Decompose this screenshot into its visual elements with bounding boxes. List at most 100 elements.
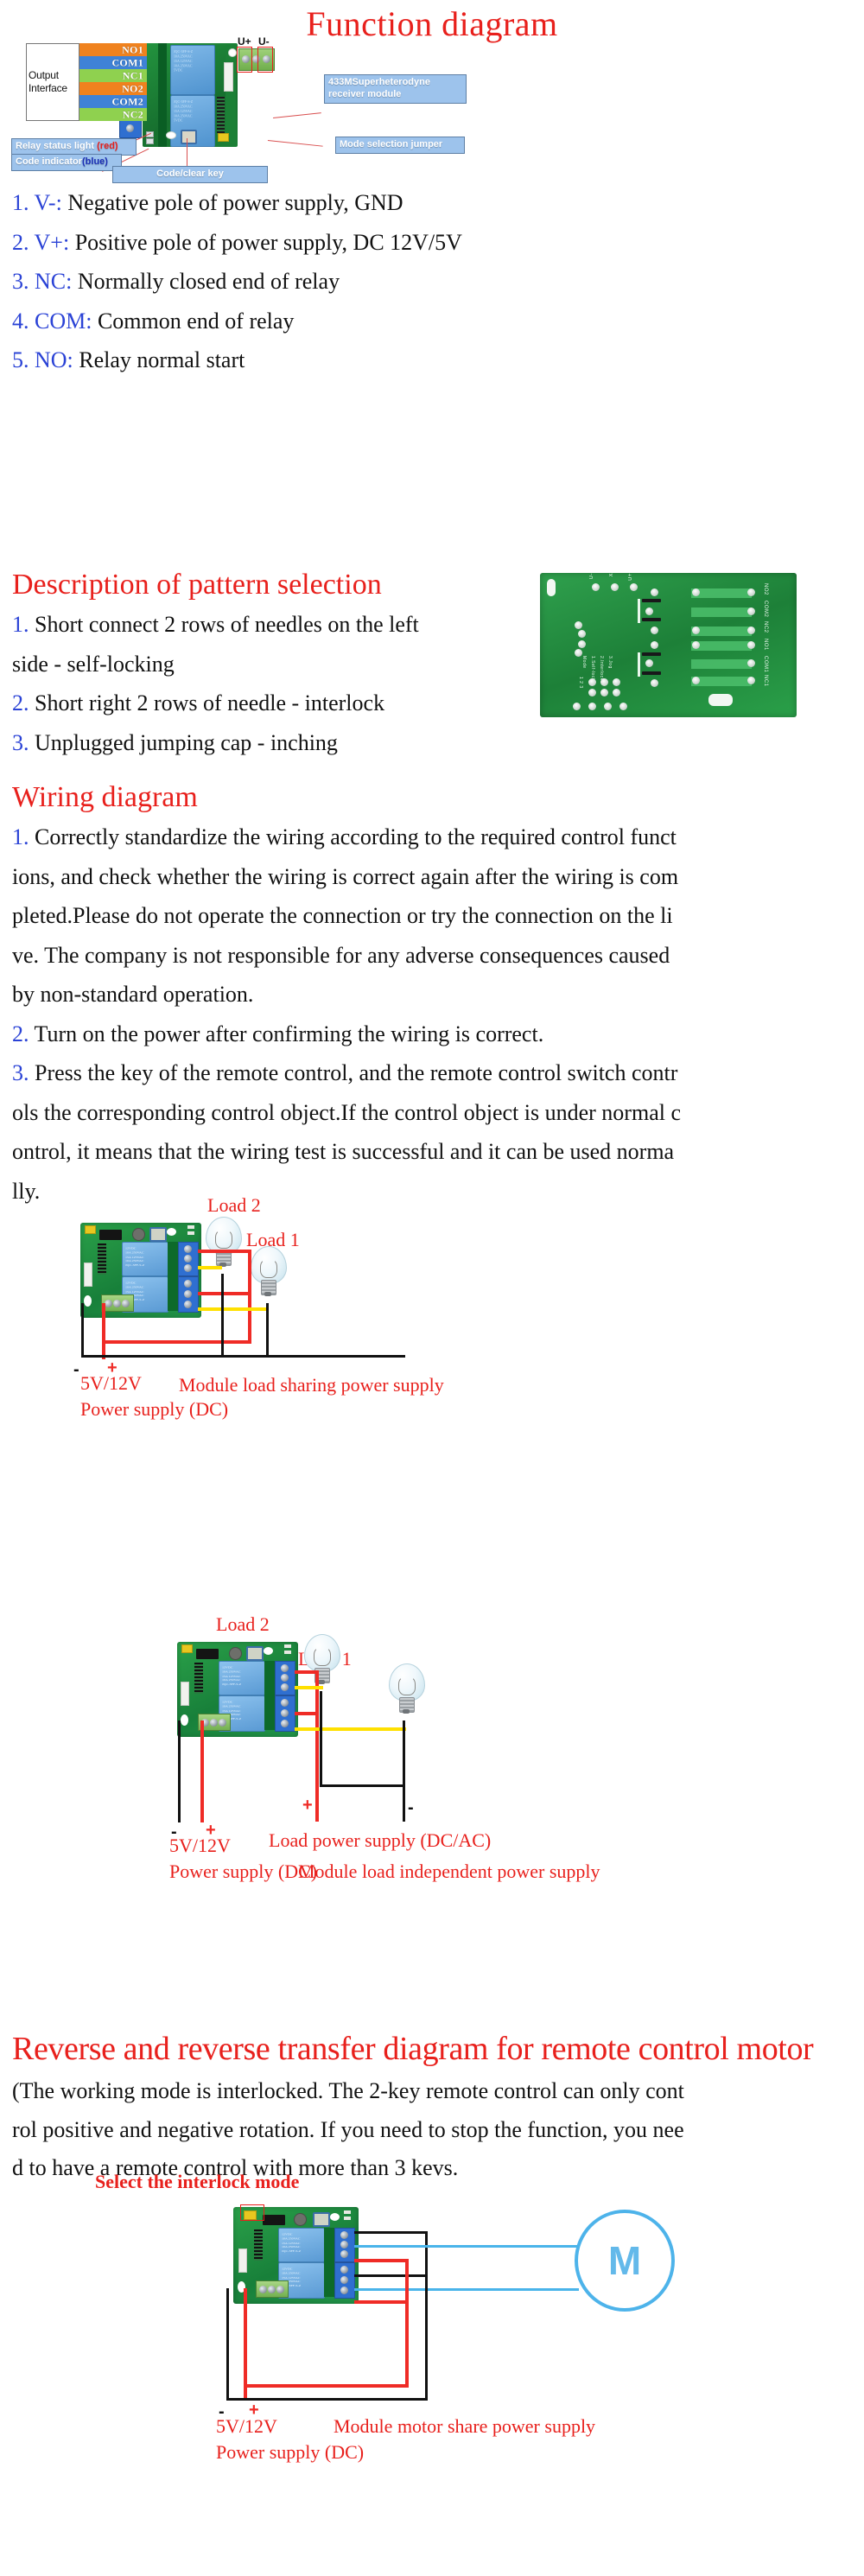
- list-text: lly.: [12, 1178, 41, 1204]
- stripe-label: NO2: [122, 82, 143, 94]
- list-key: NO:: [35, 347, 73, 372]
- pcb-label-mode: Mode: [581, 656, 587, 669]
- pattern-selection-list: 1. Short connect 2 rows of needles on th…: [12, 605, 530, 762]
- list-number: 3.: [12, 269, 29, 294]
- pattern-selection-title: Description of pattern selection: [12, 569, 382, 601]
- callout-code-indicator: Code indicator(blue): [11, 154, 122, 171]
- stripe-label: NO1: [122, 43, 143, 55]
- motor-symbol: M: [575, 2210, 675, 2312]
- wire-red-vplus: [102, 1303, 105, 1359]
- list-text: ontrol, it means that the wiring test is…: [12, 1139, 675, 1164]
- wire-red-bus: [248, 1250, 251, 1344]
- interlock-jumper-highlight: [240, 2204, 264, 2221]
- pcb-label-u-plus: U+: [628, 573, 633, 581]
- list-item: 3. Press the key of the remote control, …: [12, 1053, 859, 1093]
- wire-black-return: [81, 1355, 405, 1358]
- wire-black-vminus: [178, 1721, 181, 1822]
- figure3-supply-label: Power supply (DC): [216, 2441, 365, 2463]
- wire-red-com2: [198, 1250, 251, 1253]
- pcb-label-u-minus: U-: [589, 573, 594, 580]
- pcb-label-nc2: NC2: [763, 621, 768, 633]
- note-line: (The working mode is interlocked. The 2-…: [12, 2072, 859, 2111]
- figure3-caption: Module motor share power supply: [334, 2415, 596, 2437]
- list-text: Negative pole of power supply, GND: [67, 190, 403, 215]
- list-text: Relay normal start: [79, 347, 245, 372]
- output-interface-label-line2: Interface: [29, 82, 67, 94]
- wire-black-nc1: [354, 2274, 428, 2277]
- leader-line-receiver: [273, 112, 321, 118]
- wire-red-supply: [244, 2384, 409, 2388]
- figure2-load-minus: -: [408, 1798, 414, 1817]
- pcb-label-selflock: 1.Self-lock: [590, 656, 595, 681]
- list-item-continuation: side - self-locking: [12, 645, 530, 684]
- u-plus-highlight: [237, 47, 252, 73]
- pcb-label-com2: COM2: [763, 601, 768, 618]
- list-item: 2. V+: Positive pole of power supply, DC…: [12, 223, 859, 263]
- wire-red-com1: [198, 1292, 251, 1295]
- stripe-label: COM1: [111, 56, 143, 68]
- note-text: (The working mode is interlocked. The 2-…: [12, 2078, 684, 2103]
- wire-black-link: [425, 2231, 428, 2276]
- u-minus-label: U-: [258, 35, 270, 48]
- wire-red-com2: [354, 2259, 409, 2262]
- stripe-label: NC2: [122, 108, 143, 120]
- motor-letter: M: [607, 2238, 642, 2283]
- list-text: pleted.Please do not operate the connect…: [12, 903, 673, 928]
- wire-red-load-bus: [315, 1670, 319, 1822]
- list-text: Unplugged jumping cap - inching: [35, 729, 338, 755]
- list-item: 1. Correctly standardize the wiring acco…: [12, 817, 859, 857]
- list-item-continuation: pleted.Please do not operate the connect…: [12, 896, 859, 936]
- stripe-no2: NO2: [79, 82, 147, 95]
- list-item-continuation: ve. The company is not responsible for a…: [12, 936, 859, 976]
- relay-board-photo: JQC-3FF-S-Z 10A 250VAC 15A 125VAC 10A 250VA…: [143, 43, 238, 147]
- list-text: Press the key of the remote control, and…: [35, 1060, 678, 1085]
- list-text: Short right 2 rows of needle - interlock: [35, 690, 385, 716]
- stripe-label: NC1: [122, 69, 143, 81]
- wire-red-vplus: [244, 2288, 247, 2401]
- bulb-load2: [304, 1634, 340, 1684]
- bulb-load2: [206, 1217, 242, 1267]
- list-number: 4.: [12, 308, 29, 334]
- list-number: 1.: [12, 190, 29, 215]
- list-number: 2.: [12, 1021, 29, 1046]
- figure1-supply-label: Power supply (DC): [80, 1398, 229, 1420]
- select-interlock-mode-label: Select the interlock mode: [95, 2171, 300, 2192]
- mode-jumper-label: Mode selection jumper: [340, 139, 443, 149]
- wire-black-load2: [320, 1691, 322, 1786]
- stripe-com2: COM2: [79, 95, 147, 108]
- relay-module-board: 12VDC 10A 250VAC 15A 125VAC 10A 250VAC JQC-3…: [80, 1223, 201, 1318]
- list-text: ve. The company is not responsible for a…: [12, 942, 670, 968]
- callout-relay-status-light: Relay status light (red): [11, 138, 137, 156]
- callout-code-clear-key: Code/clear key: [112, 166, 268, 183]
- list-item-continuation: ols the corresponding control object.If …: [12, 1093, 859, 1133]
- figure-motor-forward-reverse: Select the interlock mode 12VDC 10A 250VA…: [0, 2171, 864, 2463]
- figure1-voltage-label: 5V/12V: [80, 1372, 142, 1394]
- pcb-label-jog: 3.Jog: [607, 656, 613, 669]
- figure1-load2-label: Load 2: [207, 1194, 261, 1216]
- list-text: Short connect 2 rows of needles on the l…: [35, 612, 419, 637]
- list-item-continuation: ions, and check whether the wiring is co…: [12, 857, 859, 897]
- list-item: 5. NO: Relay normal start: [12, 340, 859, 380]
- wire-black-vminus: [81, 1303, 84, 1358]
- output-interface-label-line1: Output: [29, 69, 59, 81]
- wiring-diagram-title: Wiring diagram: [12, 781, 198, 813]
- list-item-continuation: ontrol, it means that the wiring test is…: [12, 1132, 859, 1172]
- pcb-label-com1: COM1: [763, 656, 768, 673]
- callout-receiver-module: 433MSuperheterodyne receiver module: [324, 74, 467, 104]
- figure1-minus-sign: -: [73, 1360, 79, 1379]
- pcb-label-nc1: NC1: [763, 675, 768, 687]
- pcb-label-x: X: [609, 573, 614, 577]
- figure-module-load-sharing: Load 2 Load 1 12VDC 10A 250VAC 15A 125VAC 1…: [0, 1194, 864, 1420]
- list-key: COM:: [35, 308, 92, 334]
- list-key: V-:: [34, 190, 62, 215]
- figure2-voltage-label: 5V/12V: [169, 1835, 231, 1856]
- wire-black-load2: [221, 1274, 224, 1357]
- wire-yellow-no1: [295, 1727, 406, 1731]
- figure1-caption: Module load sharing power supply: [179, 1374, 444, 1396]
- document-page: Function diagram Output Interface NO1 CO…: [0, 0, 864, 2576]
- list-item: 2. Turn on the power after confirming th…: [12, 1014, 859, 1054]
- receiver-module-line1: 433MSuperheterodyne: [328, 77, 430, 87]
- code-indicator-color: (blue): [82, 156, 108, 167]
- stripe-label: COM2: [111, 95, 143, 107]
- pcb-label-interlock: 2.Interlock: [599, 656, 604, 681]
